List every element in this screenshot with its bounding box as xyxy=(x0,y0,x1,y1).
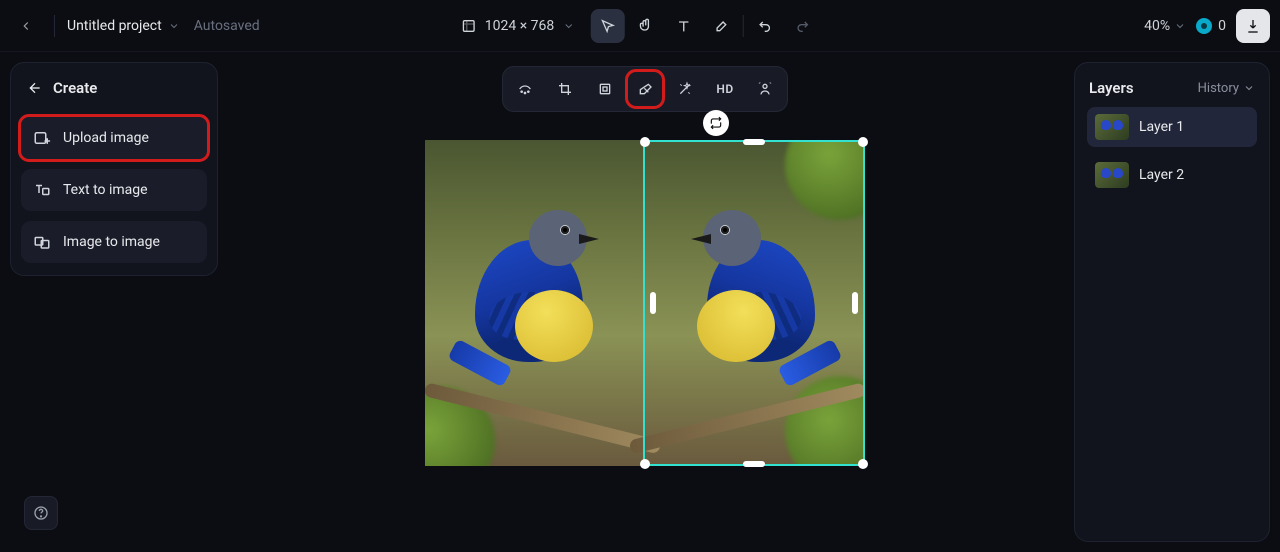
canvas-image[interactable] xyxy=(425,140,865,466)
chevron-down-icon xyxy=(1174,20,1186,32)
layers-panel: Layers History Layer 1 Layer 2 xyxy=(1074,62,1270,542)
magic-wand-button[interactable] xyxy=(668,72,702,106)
create-panel: Create Upload image Text to image Image … xyxy=(10,62,218,276)
canvas-dimensions: 1024 × 768 xyxy=(485,18,555,34)
image-to-image-button[interactable]: Image to image xyxy=(21,221,207,263)
panel-tabs: Layers History xyxy=(1087,75,1257,107)
hd-upscale-button[interactable]: HD xyxy=(708,72,742,106)
credits-value: 0 xyxy=(1218,18,1226,34)
layer-label: Layer 1 xyxy=(1139,119,1184,135)
redo-button[interactable] xyxy=(785,9,819,43)
topbar-center: 1024 × 768 xyxy=(461,9,820,43)
resize-icon xyxy=(461,18,477,34)
layers-tab[interactable]: Layers xyxy=(1089,79,1134,97)
history-tab[interactable]: History xyxy=(1198,81,1255,96)
canvas-area: HD xyxy=(228,60,1062,552)
topbar-right: 40% 0 xyxy=(1144,9,1270,43)
image-to-image-icon xyxy=(33,233,51,251)
remove-bg-button[interactable] xyxy=(748,72,782,106)
zoom-dropdown[interactable]: 40% xyxy=(1144,18,1186,34)
chevron-down-icon xyxy=(562,20,574,32)
layer-item-1[interactable]: Layer 1 xyxy=(1087,107,1257,147)
credits-indicator[interactable]: 0 xyxy=(1196,18,1226,34)
crop-button[interactable] xyxy=(548,72,582,106)
brush-tool[interactable] xyxy=(704,9,738,43)
text-to-image-label: Text to image xyxy=(63,182,148,198)
help-button[interactable] xyxy=(24,496,58,530)
text-tool[interactable] xyxy=(666,9,700,43)
layer-item-2[interactable]: Layer 2 xyxy=(1087,155,1257,195)
divider xyxy=(742,15,743,37)
history-label: History xyxy=(1198,81,1239,96)
text-to-image-icon xyxy=(33,181,51,199)
image-content xyxy=(425,140,865,466)
frame-button[interactable] xyxy=(588,72,622,106)
hand-tool[interactable] xyxy=(628,9,662,43)
tool-group xyxy=(590,9,819,43)
text-to-image-button[interactable]: Text to image xyxy=(21,169,207,211)
layer-label: Layer 2 xyxy=(1139,167,1184,183)
generative-fill-button[interactable] xyxy=(508,72,542,106)
image-to-image-label: Image to image xyxy=(63,234,160,250)
project-name: Untitled project xyxy=(67,18,162,34)
back-button[interactable] xyxy=(10,10,42,42)
canvas-toolbar: HD xyxy=(502,66,788,112)
upload-icon xyxy=(33,129,51,147)
credits-icon xyxy=(1196,18,1212,34)
layer-thumbnail xyxy=(1095,114,1129,140)
create-panel-header: Create xyxy=(21,77,207,107)
create-panel-title: Create xyxy=(53,79,97,97)
eraser-button[interactable] xyxy=(628,72,662,106)
autosave-status: Autosaved xyxy=(194,18,260,34)
chevron-down-icon xyxy=(168,20,180,32)
back-arrow-icon[interactable] xyxy=(27,80,43,96)
divider xyxy=(54,15,55,37)
topbar: Untitled project Autosaved 1024 × 768 xyxy=(0,0,1280,52)
upload-image-button[interactable]: Upload image xyxy=(21,117,207,159)
select-tool[interactable] xyxy=(590,9,624,43)
canvas-size-dropdown[interactable]: 1024 × 768 xyxy=(461,18,575,34)
layer-thumbnail xyxy=(1095,162,1129,188)
topbar-left: Untitled project Autosaved xyxy=(10,10,260,42)
hd-label: HD xyxy=(716,82,733,96)
swap-badge[interactable] xyxy=(703,110,729,136)
chevron-down-icon xyxy=(1243,82,1255,94)
undo-button[interactable] xyxy=(747,9,781,43)
download-button[interactable] xyxy=(1236,9,1270,43)
upload-image-label: Upload image xyxy=(63,130,149,146)
project-name-dropdown[interactable]: Untitled project xyxy=(67,18,180,34)
zoom-value: 40% xyxy=(1144,18,1170,34)
